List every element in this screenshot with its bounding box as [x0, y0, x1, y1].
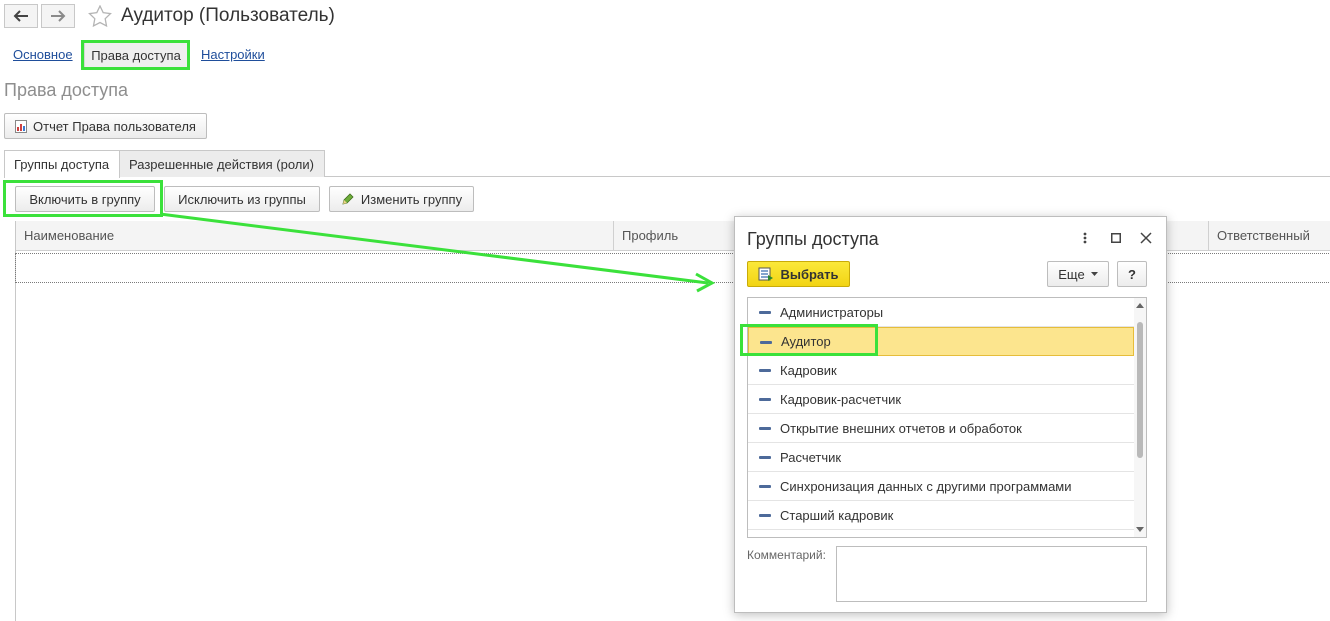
chevron-down-icon — [1090, 272, 1098, 276]
page-title: Права доступа — [4, 80, 129, 100]
group-icon — [759, 369, 771, 372]
group-icon — [759, 456, 771, 459]
more-button-label: Еще — [1058, 266, 1085, 282]
access-groups-dialog: Группы доступа Выбрать Еще ? Администрат… — [734, 216, 1167, 613]
change-group-button[interactable]: Изменить группу — [329, 186, 474, 212]
list-item[interactable]: Кадровик — [748, 356, 1134, 385]
list-item-selected[interactable]: Аудитор — [748, 327, 1134, 356]
comment-label: Комментарий: — [747, 548, 826, 562]
dialog-title: Группы доступа — [747, 229, 879, 249]
window-title: Аудитор (Пользователь) — [121, 5, 335, 26]
back-button[interactable] — [4, 4, 38, 28]
list-item-label: Открытие внешних отчетов и обработок — [780, 420, 1022, 436]
scroll-thumb[interactable] — [1137, 322, 1143, 458]
access-groups-list: Администраторы Аудитор Кадровик Кадровик… — [747, 297, 1147, 538]
close-icon — [1140, 232, 1152, 244]
list-item[interactable]: Старший кадровик — [748, 501, 1134, 530]
pencil-icon — [342, 193, 354, 205]
list-item[interactable]: Открытие внешних отчетов и обработок — [748, 414, 1134, 443]
list-item-label: Старший кадровик — [780, 507, 894, 523]
vertical-dots-icon — [1083, 232, 1087, 244]
list-item-label: Кадровик-расчетчик — [780, 391, 902, 407]
list-item-label: Кадровик — [780, 362, 837, 378]
column-header-name[interactable]: Наименование — [16, 221, 613, 251]
select-list-icon — [758, 267, 774, 281]
more-button[interactable]: Еще — [1047, 261, 1109, 287]
select-button-label: Выбрать — [780, 266, 839, 282]
list-item-label: Расчетчик — [780, 449, 842, 465]
star-icon — [88, 4, 112, 28]
maximize-icon — [1111, 233, 1121, 243]
help-button[interactable]: ? — [1117, 261, 1147, 287]
group-icon — [759, 311, 771, 314]
dialog-menu-button[interactable] — [1076, 229, 1094, 247]
exclude-from-group-button[interactable]: Исключить из группы — [164, 186, 320, 212]
list-item-label: Аудитор — [781, 334, 831, 349]
group-icon — [759, 427, 771, 430]
group-icon — [760, 341, 772, 344]
report-icon — [15, 119, 28, 133]
favorite-button[interactable] — [88, 4, 112, 30]
section-link-access-rights[interactable]: Права доступа — [84, 42, 188, 68]
list-item-label: Администраторы — [780, 304, 884, 320]
report-button-label: Отчет Права пользователя — [33, 118, 196, 134]
scroll-down-icon[interactable] — [1136, 525, 1144, 533]
include-in-group-button[interactable]: Включить в группу — [15, 186, 155, 212]
list-scrollbar[interactable] — [1134, 298, 1146, 537]
column-header-responsible[interactable]: Ответственный — [1209, 221, 1330, 251]
list-item[interactable]: Кадровик-расчетчик — [748, 385, 1134, 414]
tab-access-groups[interactable]: Группы доступа — [4, 150, 120, 178]
group-icon — [759, 485, 771, 488]
section-link-settings[interactable]: Настройки — [201, 47, 265, 62]
list-item[interactable]: Администраторы — [748, 298, 1134, 327]
report-button[interactable]: Отчет Права пользователя — [4, 113, 207, 139]
dialog-maximize-button[interactable] — [1107, 229, 1125, 247]
section-link-main[interactable]: Основное — [13, 47, 73, 62]
comment-field[interactable] — [836, 546, 1147, 602]
group-icon — [759, 514, 771, 517]
change-group-label: Изменить группу — [360, 191, 463, 207]
arrow-left-icon — [13, 10, 28, 22]
list-item[interactable]: Расчетчик — [748, 443, 1134, 472]
scroll-up-icon[interactable] — [1136, 302, 1144, 310]
list-item[interactable]: Синхронизация данных с другими программа… — [748, 472, 1134, 501]
tab-allowed-actions[interactable]: Разрешенные действия (роли) — [119, 150, 325, 177]
group-icon — [759, 398, 771, 401]
dialog-close-button[interactable] — [1137, 229, 1155, 247]
list-item-label: Синхронизация данных с другими программа… — [780, 478, 1072, 494]
arrow-right-icon — [51, 10, 66, 22]
select-button[interactable]: Выбрать — [747, 261, 850, 287]
forward-button[interactable] — [41, 4, 75, 28]
